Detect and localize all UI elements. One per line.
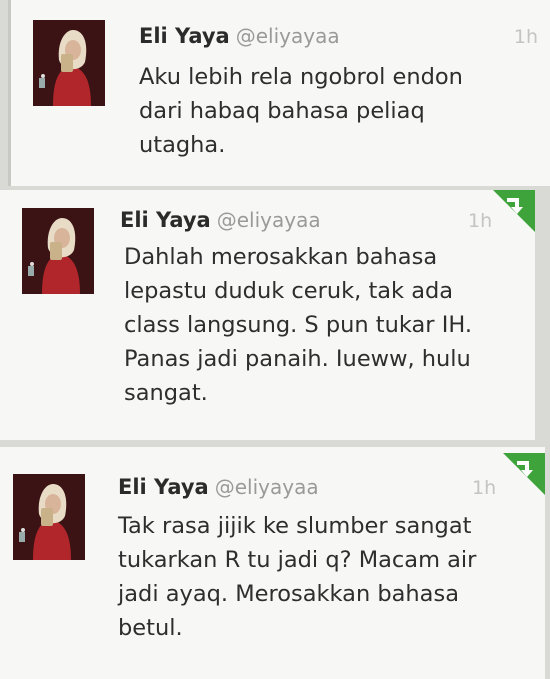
tweet-text: Tak rasa jijik ke slumber sangat tukarka… — [118, 509, 476, 645]
tweet-card[interactable]: Eli Yaya @eliyayaa 1h Aku lebih rela ngob… — [8, 0, 550, 186]
timestamp: 1h — [472, 477, 497, 499]
tweet-line: tukarkan R tu jadi q? Macam air — [118, 547, 477, 573]
avatar[interactable] — [22, 208, 94, 294]
tweet-line: jadi ayaq. Merosakkan bahasa — [118, 581, 459, 607]
avatar[interactable] — [13, 474, 85, 560]
author-name[interactable]: Eli Yaya @eliyayaa — [120, 208, 321, 232]
retweet-icon[interactable] — [493, 190, 535, 232]
tweet-line: Panas jadi panaih. Iueww, hulu — [124, 346, 471, 372]
tweet-line: class langsung. S pun tukar IH. — [124, 312, 473, 338]
tweet-line: utagha. — [139, 132, 226, 158]
retweet-icon[interactable] — [503, 453, 545, 495]
avatar[interactable] — [33, 20, 105, 106]
user-handle: @eliyayaa — [214, 475, 319, 499]
author-name[interactable]: Eli Yaya @eliyayaa — [118, 475, 319, 499]
tweet-line: betul. — [118, 615, 183, 641]
profile-photo-icon — [22, 208, 94, 294]
profile-photo-icon — [13, 474, 85, 560]
tweet-line: lepastu duduk ceruk, tak ada — [124, 278, 454, 304]
tweet-text: Dahlah merosakkan bahasa lepastu duduk c… — [124, 240, 472, 410]
tweet-line: dari habaq bahasa peliaq — [139, 98, 425, 124]
tweet-line: Aku lebih rela ngobrol endon — [139, 64, 463, 90]
tweet-line: Tak rasa jijik ke slumber sangat — [118, 513, 472, 539]
display-name: Eli Yaya — [139, 24, 230, 48]
user-handle: @eliyayaa — [235, 24, 340, 48]
tweet-line: sangat. — [124, 380, 208, 406]
display-name: Eli Yaya — [120, 208, 211, 232]
author-name[interactable]: Eli Yaya @eliyayaa — [139, 24, 340, 48]
tweet-card[interactable]: Eli Yaya @eliyayaa 1h Tak rasa jijik ke s… — [0, 447, 545, 679]
tweet-card[interactable]: Eli Yaya @eliyayaa 1h Dahlah merosakkan b… — [0, 190, 535, 440]
tweet-text: Aku lebih rela ngobrol endon dari habaq … — [139, 60, 463, 162]
profile-photo-icon — [33, 20, 105, 106]
display-name: Eli Yaya — [118, 475, 209, 499]
timestamp: 1h — [468, 210, 493, 232]
tweet-line: Dahlah merosakkan bahasa — [124, 244, 438, 270]
timestamp: 1h — [513, 26, 538, 48]
user-handle: @eliyayaa — [216, 208, 321, 232]
